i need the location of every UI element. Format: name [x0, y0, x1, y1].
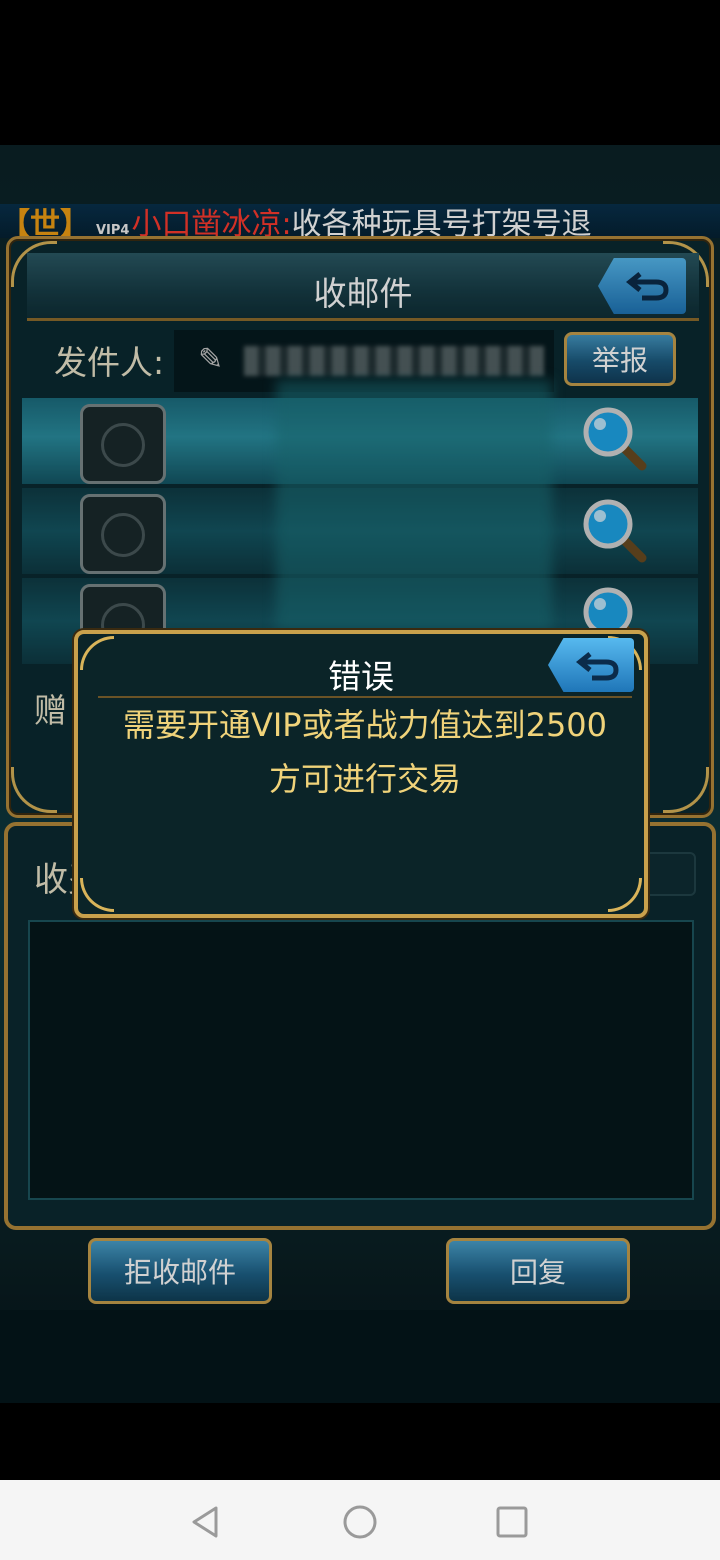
recents-nav-icon[interactable] — [492, 1502, 532, 1542]
dialog-message-line1: 需要开通VIP或者战力值达到2500 — [122, 706, 608, 744]
divider — [98, 696, 632, 698]
dialog-close-button[interactable] — [548, 638, 634, 692]
letterbox — [0, 1403, 720, 1480]
ornament-corner — [80, 878, 114, 912]
back-nav-icon[interactable] — [186, 1502, 226, 1542]
home-nav-icon[interactable] — [340, 1502, 380, 1542]
dialog-message-line2: 方可进行交易 — [268, 760, 461, 798]
ornament-corner — [608, 878, 642, 912]
status-area — [0, 0, 720, 145]
back-arrow-icon — [576, 652, 619, 681]
system-nav-bar — [0, 1480, 720, 1560]
